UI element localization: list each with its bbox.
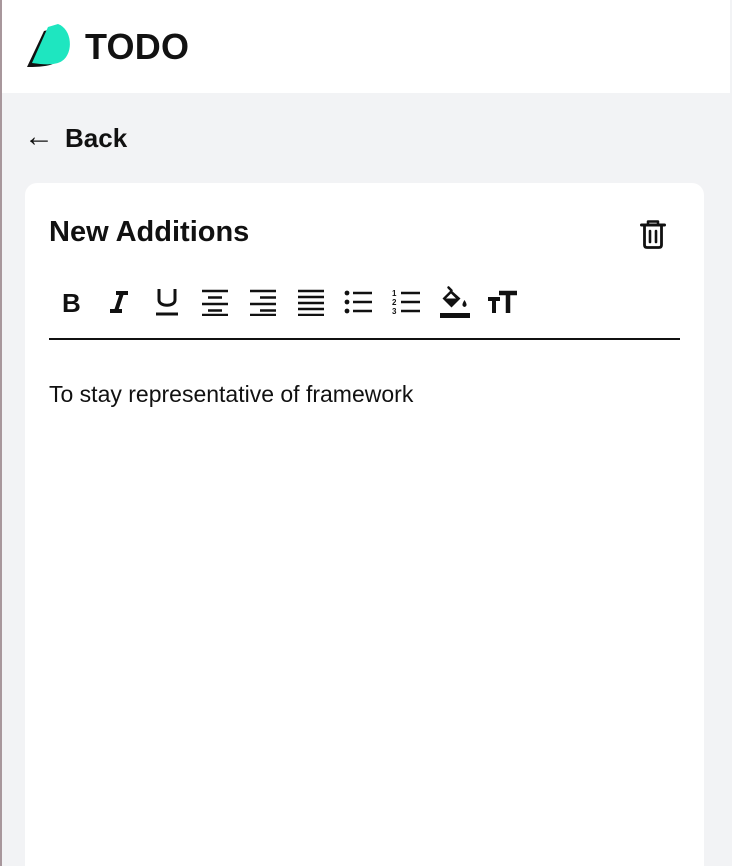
underline-button[interactable] [145,280,189,324]
bulleted-list-button[interactable] [337,280,381,324]
italic-icon [110,291,128,313]
app-root: TODO ← Back New Additions B 1 2 3 To sta… [0,0,732,866]
svg-text:1: 1 [392,289,397,298]
bold-icon: B [62,289,81,315]
todo-logo-icon [27,23,70,67]
align-center-icon [202,289,228,316]
text-size-button[interactable] [481,280,525,324]
align-justify-button[interactable] [289,280,333,324]
italic-button[interactable] [97,280,141,324]
align-right-icon [250,289,276,316]
note-card: New Additions B 1 2 3 To stay representa… [25,183,704,866]
align-right-button[interactable] [241,280,285,324]
numbered-list-icon: 1 2 3 [392,289,420,316]
note-title[interactable]: New Additions [49,216,249,249]
bold-button[interactable]: B [49,280,93,324]
note-body-editor[interactable]: To stay representative of framework [49,379,680,859]
toolbar-divider [49,338,680,340]
fill-color-icon [440,286,470,318]
numbered-list-button[interactable]: 1 2 3 [385,280,429,324]
text-size-icon [488,290,517,313]
app-header: TODO [2,0,730,93]
bulleted-list-icon [344,290,372,314]
app-title: TODO [85,25,190,67]
trash-icon [640,220,666,249]
back-label: Back [65,122,128,153]
align-justify-icon [298,289,324,316]
svg-text:3: 3 [392,307,397,316]
window-left-edge [0,0,2,866]
fill-color-button[interactable] [433,280,477,324]
svg-text:B: B [62,289,81,315]
delete-note-button[interactable] [637,217,669,251]
underline-icon [156,289,178,316]
formatting-toolbar: B 1 2 3 [49,280,529,324]
svg-text:2: 2 [392,298,397,307]
back-arrow-icon: ← [24,119,54,153]
align-center-button[interactable] [193,280,237,324]
back-button[interactable]: ← Back [24,118,127,158]
